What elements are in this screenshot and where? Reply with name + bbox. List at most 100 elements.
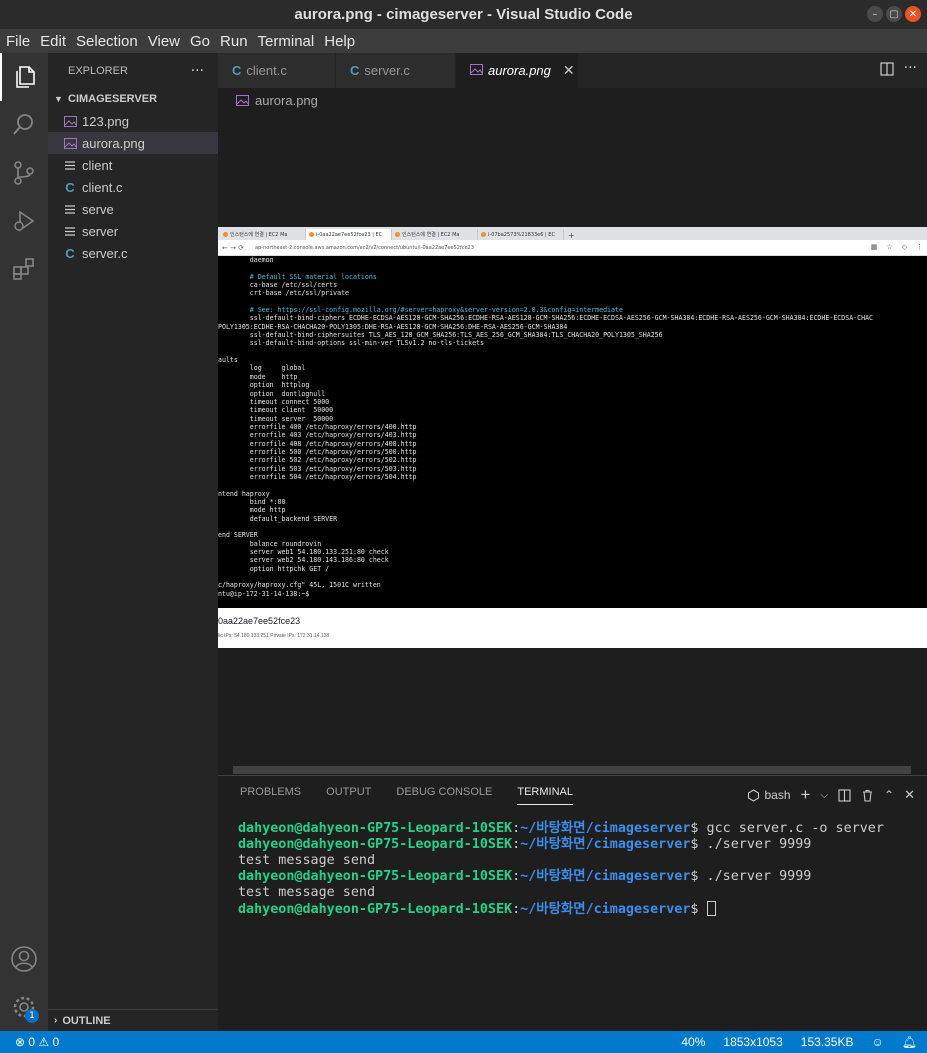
menu-go[interactable]: Go — [190, 33, 210, 50]
feedback-icon[interactable]: ☺ — [872, 1035, 884, 1049]
file-item-serve[interactable]: serve — [48, 198, 218, 220]
file-item-server-c[interactable]: C server.c — [48, 242, 218, 264]
image-file-icon — [470, 63, 483, 78]
terminal-output[interactable]: dahyeon@dahyeon-GP75-Leopard-10SEK:~/바탕화… — [238, 821, 884, 918]
tab-client-c[interactable]: C client.c — [218, 53, 336, 88]
terminal-path: ~/바탕화면/cimageserver — [520, 902, 691, 917]
tab-label: client.c — [246, 63, 287, 78]
tab-output[interactable]: OUTPUT — [326, 786, 371, 805]
terminal-path: ~/바탕화면/cimageserver — [520, 837, 691, 852]
menu-file[interactable]: File — [6, 33, 30, 50]
image-file-icon — [63, 115, 77, 127]
tab-server-c[interactable]: C server.c — [336, 53, 456, 88]
image-terminal-line — [218, 298, 927, 306]
image-tab-label: 인스턴스에 연결 | EC2 Ma — [230, 232, 288, 238]
tab-debug-console[interactable]: DEBUG CONSOLE — [396, 786, 492, 805]
image-browser-tabs: 인스턴스에 연결 | EC2 Ma i-0aa22ae7ee52fce23 | … — [218, 227, 927, 240]
image-terminal-line — [218, 523, 927, 531]
terminal-path: ~/바탕화면/cimageserver — [520, 821, 691, 836]
maximize-button[interactable]: ▢ — [886, 6, 902, 22]
search-activity[interactable] — [0, 101, 48, 149]
image-dimensions: 1853x1053 — [723, 1035, 783, 1049]
maximize-panel-icon[interactable]: ⌃ — [884, 788, 894, 802]
image-browser-tab: 인스턴스에 연결 | EC2 Ma — [392, 229, 478, 240]
terminal-selector[interactable]: bash — [747, 788, 791, 802]
file-item-aurora-png[interactable]: aurora.png — [48, 132, 218, 154]
menu-run[interactable]: Run — [220, 33, 248, 50]
terminal-shell-icon — [748, 788, 760, 802]
problems-status[interactable]: ⊗ 0 ⚠ 0 — [15, 1035, 59, 1049]
source-control-activity[interactable] — [0, 149, 48, 197]
terminal-line: dahyeon@dahyeon-GP75-Leopard-10SEK:~/바탕화… — [238, 869, 812, 884]
search-icon — [13, 114, 33, 135]
chevron-down-icon[interactable]: ⌵ — [820, 790, 828, 801]
manage-activity[interactable]: 1 — [0, 983, 48, 1031]
close-window-button[interactable]: ✕ — [905, 6, 921, 22]
file-item-server[interactable]: server — [48, 220, 218, 242]
horizontal-scrollbar[interactable] — [233, 766, 911, 774]
star-icon: ☆ — [886, 243, 893, 251]
terminal-user: dahyeon@dahyeon-GP75-Leopard-10SEK — [238, 821, 513, 836]
image-terminal-line: errorfile 400 /etc/haproxy/errors/400.ht… — [218, 422, 417, 431]
more-actions-icon[interactable]: ··· — [904, 61, 917, 76]
menu-selection[interactable]: Selection — [76, 33, 138, 50]
zoom-level[interactable]: 40% — [681, 1035, 705, 1049]
explorer-activity[interactable] — [0, 53, 48, 101]
close-panel-icon[interactable]: ✕ — [904, 787, 915, 803]
folder-label: CIMAGESERVER — [68, 93, 158, 105]
file-label: aurora.png — [82, 135, 145, 151]
image-terminal-line: option httpchk GET / — [218, 564, 330, 573]
image-terminal-line: errorfile 408 /etc/haproxy/errors/408.ht… — [218, 439, 417, 448]
image-preview[interactable]: 인스턴스에 연결 | EC2 Ma i-0aa22ae7ee52fce23 | … — [218, 227, 927, 648]
trash-icon[interactable] — [861, 789, 874, 802]
menu-terminal[interactable]: Terminal — [258, 33, 315, 50]
tab-problems[interactable]: PROBLEMS — [240, 786, 301, 805]
image-address-bar: ← → ⟳ ap-northeast-2.console.aws.amazon.… — [218, 240, 927, 256]
browser-menu-icon: ⋮ — [916, 243, 923, 251]
extension-icon: ◇ — [901, 243, 907, 251]
menu-help[interactable]: Help — [324, 33, 355, 50]
c-file-icon: C — [350, 63, 360, 78]
extensions-activity[interactable] — [0, 245, 48, 293]
file-item-123-png[interactable]: 123.png — [48, 110, 218, 132]
close-tab-icon[interactable]: ✕ — [563, 62, 575, 79]
image-terminal-line: balance roundrovin — [218, 539, 322, 548]
image-terminal-line: aults — [218, 356, 238, 365]
workspace-folder[interactable]: ▼ CIMAGESERVER — [48, 88, 218, 110]
image-browser-tab: i-0aa22ae7ee52fce23 | EC — [306, 229, 392, 240]
image-terminal-line: mode http — [218, 372, 298, 381]
more-actions-icon[interactable]: ··· — [191, 63, 204, 79]
outline-section[interactable]: › OUTLINE — [48, 1009, 218, 1031]
split-editor-icon[interactable] — [880, 62, 894, 76]
image-terminal-line: crt-base /etc/ssl/private — [218, 289, 350, 298]
image-terminal-line: mode http — [218, 506, 286, 515]
run-debug-activity[interactable] — [0, 197, 48, 245]
terminal-line: dahyeon@dahyeon-GP75-Leopard-10SEK:~/바탕화… — [238, 837, 812, 852]
image-tab-label: i-07ba2573%21833e6 | EC — [488, 231, 555, 238]
editor-tab-bar: C client.c C server.c aurora.png ✕ ··· — [218, 53, 927, 88]
activity-bar: 1 — [0, 53, 48, 1031]
aws-favicon-icon — [481, 232, 486, 237]
extensions-icon — [13, 258, 34, 280]
notifications-icon[interactable]: 🔔︎ — [902, 1035, 917, 1049]
run-debug-icon — [14, 210, 35, 232]
menu-view[interactable]: View — [148, 33, 180, 50]
file-item-client[interactable]: client — [48, 154, 218, 176]
breadcrumb-file[interactable]: aurora.png — [255, 93, 318, 108]
split-terminal-icon[interactable] — [838, 788, 851, 802]
accounts-activity[interactable] — [0, 935, 48, 983]
panel-tabs: PROBLEMS OUTPUT DEBUG CONSOLE TERMINAL — [240, 786, 598, 805]
menu-edit[interactable]: Edit — [40, 33, 66, 50]
terminal-command: ./server 9999 — [698, 837, 812, 852]
back-forward-icon: ← → ⟳ — [222, 243, 245, 252]
aws-favicon-icon — [223, 232, 228, 237]
minimize-button[interactable]: – — [867, 6, 883, 22]
files-icon — [16, 66, 35, 88]
file-item-client-c[interactable]: C client.c — [48, 176, 218, 198]
new-terminal-icon[interactable]: + — [801, 785, 811, 805]
tab-terminal[interactable]: TERMINAL — [517, 786, 573, 805]
image-terminal-line: ntend haproxy — [218, 489, 270, 498]
image-file-icon — [236, 94, 249, 106]
image-address-text: ap-northeast-2.console.aws.amazon.com/ec… — [255, 244, 474, 251]
tab-aurora-png[interactable]: aurora.png ✕ — [456, 53, 579, 88]
